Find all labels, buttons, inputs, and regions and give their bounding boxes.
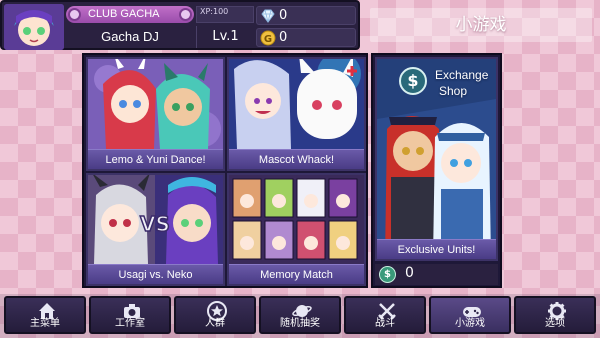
- exchange-shop-art: $ Exchange Shop Exclusive Units!: [375, 57, 498, 261]
- nav-label: 选项: [545, 318, 565, 329]
- club-emblem-icon: [179, 8, 192, 21]
- club-name: CLUB GACHA: [88, 8, 160, 20]
- game-tile-memory-match[interactable]: Memory Match: [227, 173, 366, 286]
- game-label: Usagi vs. Neko: [88, 264, 223, 284]
- nav-minigames[interactable]: 小游戏: [429, 296, 511, 334]
- exchange-shop-panel[interactable]: $ Exchange Shop Exclusive Units! $ 0: [371, 53, 502, 288]
- diamond-icon: [261, 9, 275, 23]
- game-art-mascot-whack: [229, 59, 364, 149]
- xp-label: XP:100: [200, 7, 229, 16]
- game-art-usagi-vs-neko: VS: [88, 175, 223, 264]
- game-label: Mascot Whack!: [229, 149, 364, 169]
- shop-coin-symbol: $: [407, 71, 419, 90]
- diamond-count: 0: [279, 8, 288, 23]
- nav-studio[interactable]: 工作室: [89, 296, 171, 334]
- game-tile-lemo-yuni-dance[interactable]: Lemo & Yuni Dance!: [86, 57, 225, 171]
- club-badge[interactable]: CLUB GACHA: [66, 6, 194, 23]
- shop-title-line2: Shop: [439, 84, 468, 98]
- shop-title-line1: Exchange: [435, 68, 489, 82]
- gold-count: 0: [279, 30, 288, 45]
- dollar-coin-icon: $: [399, 67, 427, 95]
- nav-label: 小游戏: [455, 318, 485, 329]
- nav-main-menu[interactable]: 主菜单: [4, 296, 86, 334]
- game-art-memory-match: [229, 175, 364, 264]
- game-label: Lemo & Yuni Dance!: [88, 149, 223, 169]
- shop-balance-value: 0: [405, 265, 414, 281]
- currency-coin-icon: $: [379, 266, 396, 283]
- bottom-nav: 主菜单 工作室 人群 随机抽奖 战斗 小游戏 选项: [0, 294, 600, 338]
- game-tile-usagi-vs-neko[interactable]: VS Usagi vs. Neko: [86, 173, 225, 286]
- club-emblem-icon: [68, 8, 81, 21]
- nav-crowd[interactable]: 人群: [174, 296, 256, 334]
- minigame-grid: Lemo & Yuni Dance! Mascot Whack! VS Usag…: [82, 53, 368, 288]
- nav-battle[interactable]: 战斗: [344, 296, 426, 334]
- nav-options[interactable]: 选项: [514, 296, 596, 334]
- nav-label: 战斗: [375, 318, 395, 329]
- avatar[interactable]: [4, 4, 64, 50]
- player-level: Lv.1: [196, 26, 254, 48]
- gold-coin-icon: G: [260, 30, 276, 46]
- game-art-lemo-yuni: [88, 59, 223, 149]
- shop-banner: Exclusive Units!: [377, 239, 496, 259]
- profile-panel: CLUB GACHA XP:100 0 Gacha DJ Lv.1 G 0: [0, 0, 360, 50]
- xp-bar: XP:100: [196, 6, 254, 23]
- gold-symbol: G: [264, 34, 272, 45]
- game-tile-mascot-whack[interactable]: Mascot Whack!: [227, 57, 366, 171]
- nav-label: 主菜单: [30, 318, 60, 329]
- gold-counter: G 0: [256, 28, 356, 47]
- nav-label: 随机抽奖: [280, 318, 320, 329]
- nav-gacha[interactable]: 随机抽奖: [259, 296, 341, 334]
- nav-label: 人群: [205, 318, 225, 329]
- game-label: Memory Match: [229, 264, 364, 284]
- page-title: 小游戏: [370, 8, 592, 42]
- vs-text: VS: [140, 212, 170, 236]
- player-name: Gacha DJ: [101, 29, 159, 44]
- diamond-counter: 0: [256, 6, 356, 25]
- shop-balance: $ 0: [375, 264, 498, 285]
- nav-label: 工作室: [115, 318, 145, 329]
